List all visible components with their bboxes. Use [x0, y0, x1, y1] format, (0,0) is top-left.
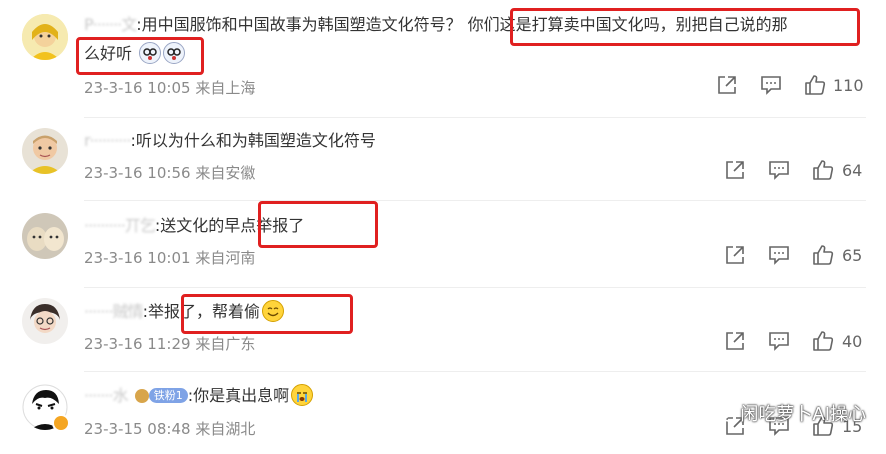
like-count: 110	[833, 76, 864, 95]
share-icon[interactable]	[715, 73, 739, 97]
comment-item: r··········:听以为什么和为韩国塑造文化符号 23-3-16 10:5…	[0, 118, 886, 198]
verified-badge-icon	[52, 414, 70, 432]
comment-icon[interactable]	[759, 73, 783, 97]
comment-item: ··········丌乞:送文化的早点举报了 23-3-16 10:01 来自河…	[0, 201, 886, 286]
wechat-logo-icon	[714, 405, 737, 428]
share-icon[interactable]	[723, 329, 747, 353]
comment-icon[interactable]	[767, 329, 791, 353]
fan-emblem-icon	[134, 389, 149, 403]
username[interactable]: ··········丌乞	[84, 216, 156, 235]
comment-actions: 110	[715, 73, 865, 97]
comment-actions: 64	[723, 158, 868, 182]
comment-text: r··········:听以为什么和为韩国塑造文化符号	[84, 131, 376, 150]
crying-emoji-icon	[291, 384, 314, 406]
comment-meta: 23-3-15 08:48 来自湖北	[84, 420, 256, 438]
avatar[interactable]	[22, 213, 68, 259]
share-icon[interactable]	[723, 243, 747, 267]
username[interactable]: ·······水	[84, 386, 129, 405]
username[interactable]: P·······文	[84, 15, 137, 34]
username[interactable]: r··········	[84, 131, 131, 150]
comment-actions: 65	[723, 243, 868, 267]
highlight-box	[510, 8, 860, 46]
like-count: 40	[842, 332, 863, 351]
comment-meta: 23-3-16 11:29 来自广东	[84, 335, 256, 353]
avatar[interactable]	[22, 14, 68, 60]
avatar[interactable]	[22, 128, 68, 174]
fan-badge[interactable]: 铁粉1	[134, 385, 188, 407]
comment-icon[interactable]	[767, 158, 791, 182]
highlight-box	[258, 201, 378, 248]
comment-item: P·······文:用中国服饰和中国故事为韩国塑造文化符号？ 你们这是打算卖中国文…	[0, 0, 886, 110]
comment-item: ·······贼情:举报了，帮着偷 23-3-16 11:29 来自广东 40	[0, 288, 886, 370]
like-count: 65	[842, 246, 863, 265]
avatar[interactable]	[22, 298, 68, 344]
avatar[interactable]	[22, 384, 70, 432]
comment-icon[interactable]	[767, 243, 791, 267]
comment-actions: 40	[723, 329, 868, 353]
comment-text: ·······水 铁粉1 :你是真出息啊	[84, 384, 314, 407]
username[interactable]: ·······贼情	[84, 302, 144, 321]
thumbs-up-icon[interactable]	[811, 158, 835, 182]
thumbs-up-icon[interactable]	[811, 243, 835, 267]
watermark: 闲吃萝卜AI操心	[714, 400, 866, 428]
highlight-box	[76, 37, 204, 75]
comment-meta: 23-3-16 10:05 来自上海	[84, 79, 256, 97]
share-icon[interactable]	[723, 158, 747, 182]
comment-meta: 23-3-16 10:56 来自安徽	[84, 164, 256, 182]
like-count: 64	[842, 161, 863, 180]
comment-meta: 23-3-16 10:01 来自河南	[84, 249, 256, 267]
highlight-box	[181, 294, 353, 334]
thumbs-up-icon[interactable]	[811, 329, 835, 353]
thumbs-up-icon[interactable]	[803, 73, 827, 97]
